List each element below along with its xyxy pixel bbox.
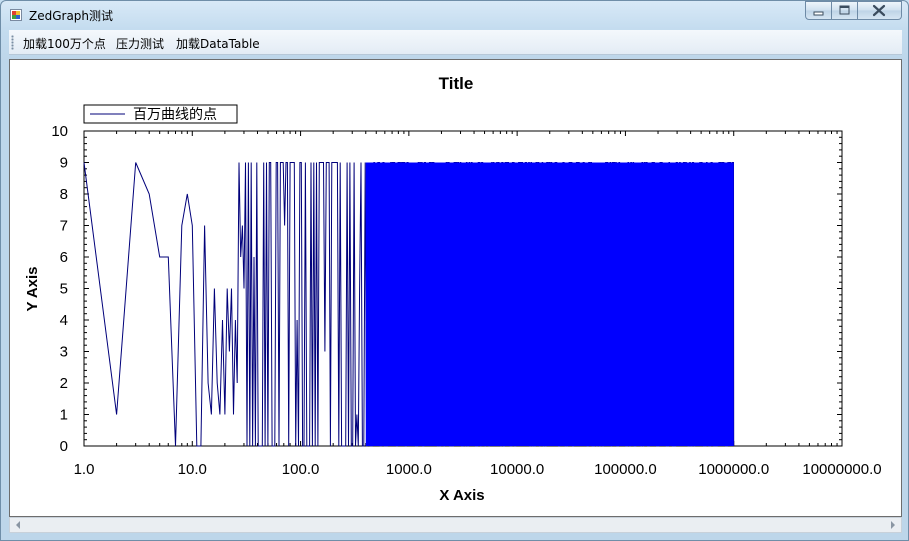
y-tick-label: 8 [60, 186, 68, 203]
x-tick-label: 100000.0 [594, 461, 657, 478]
menu-item-stress-test[interactable]: 压力测试 [116, 35, 164, 52]
menu-item-load-million[interactable]: 加载100万个点 [23, 35, 106, 52]
title-bar[interactable]: ZedGraph测试 [1, 1, 908, 30]
x-tick-label: 10000000.0 [802, 461, 881, 478]
y-tick-label: 2 [60, 375, 68, 392]
close-button[interactable] [858, 1, 902, 20]
window-title: ZedGraph测试 [29, 9, 114, 23]
series-dense-fill [365, 162, 734, 446]
y-tick-label: 7 [60, 218, 68, 235]
toolbar-grip[interactable] [11, 35, 14, 50]
x-tick-label: 1000000.0 [698, 461, 769, 478]
y-tick-label: 10 [51, 123, 68, 140]
graph-panel[interactable]: 1.0 10.0 100.0 1000.0 10000.0 100000.0 1000000… [9, 59, 902, 517]
scroll-left-button[interactable] [10, 518, 26, 532]
maximize-icon [839, 5, 850, 15]
y-axis-title: Y Axis [24, 266, 41, 311]
horizontal-scrollbar[interactable] [9, 517, 902, 533]
minimize-button[interactable] [805, 1, 832, 20]
caption-buttons [805, 1, 902, 20]
y-tick-label: 1 [60, 407, 68, 424]
toolbar: 加载100万个点 压力测试 加载DataTable [9, 30, 902, 55]
x-tick-label: 10000.0 [490, 461, 544, 478]
y-tick-label: 4 [60, 312, 68, 329]
x-tick-label: 1000.0 [386, 461, 432, 478]
legend: 百万曲线的点 [83, 104, 238, 124]
menu-item-load-datatable[interactable]: 加载DataTable [176, 35, 260, 52]
y-tick-label: 6 [60, 249, 68, 266]
app-window-icon [10, 9, 22, 21]
close-icon [872, 4, 886, 17]
x-axis-title: X Axis [439, 487, 484, 504]
y-tick-label: 0 [60, 438, 68, 455]
y-tick-label: 3 [60, 344, 68, 361]
zedgraph-chart[interactable]: 1.0 10.0 100.0 1000.0 10000.0 100000.0 1000000… [10, 60, 901, 516]
x-tick-label: 1.0 [74, 461, 95, 478]
y-tick-label: 5 [60, 281, 68, 298]
y-tick-label: 9 [60, 155, 68, 172]
app-window: ZedGraph测试 加载100万个点 压力测试 加载DataTable 1.0… [0, 0, 909, 541]
legend-entry-label: 百万曲线的点 [133, 106, 217, 122]
scroll-right-button[interactable] [885, 518, 901, 532]
x-tick-label: 100.0 [282, 461, 320, 478]
x-tick-label: 10.0 [178, 461, 207, 478]
chart-title: Title [439, 74, 474, 93]
maximize-button[interactable] [832, 1, 858, 20]
chevron-right-icon [891, 521, 895, 529]
minimize-icon [813, 11, 824, 16]
chevron-left-icon [16, 521, 20, 529]
